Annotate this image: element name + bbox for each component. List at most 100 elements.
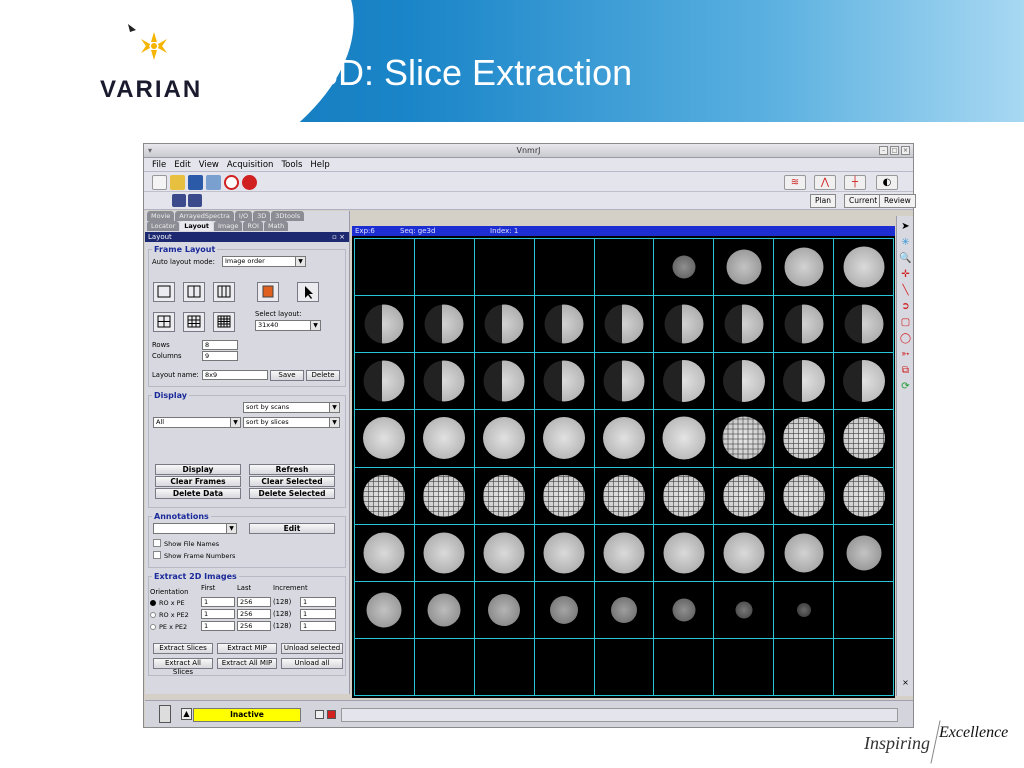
maximize-icon[interactable]: □ — [890, 146, 899, 155]
delete-data-button[interactable]: Delete Data — [155, 488, 241, 499]
image-frame[interactable] — [474, 467, 535, 525]
image-frame[interactable] — [414, 239, 475, 297]
axis-icon[interactable]: ┼ — [844, 175, 866, 190]
new-file-icon[interactable] — [152, 175, 167, 190]
save-icon[interactable] — [188, 175, 203, 190]
image-frame[interactable] — [414, 410, 475, 468]
first-input[interactable]: 1 — [201, 609, 235, 619]
curve-tool-icon[interactable]: ➲ — [899, 300, 912, 313]
peak-icon[interactable]: ⋀ — [814, 175, 836, 190]
image-frame[interactable] — [654, 638, 715, 696]
image-frame[interactable] — [834, 581, 894, 639]
image-frame[interactable] — [534, 581, 595, 639]
image-frame[interactable] — [355, 353, 415, 411]
image-frame[interactable] — [474, 239, 535, 297]
command-line-input[interactable] — [341, 708, 898, 722]
edit-annotations-button[interactable]: Edit — [249, 523, 335, 534]
image-frame[interactable] — [534, 638, 595, 696]
image-frame[interactable] — [774, 581, 835, 639]
image-frame[interactable] — [594, 524, 655, 582]
image-frame[interactable] — [534, 296, 595, 354]
image-frame[interactable] — [774, 296, 835, 354]
image-frame[interactable] — [774, 638, 835, 696]
abort-icon[interactable] — [242, 175, 257, 190]
image-frame[interactable] — [834, 296, 894, 354]
image-frame[interactable] — [654, 524, 715, 582]
arrow-select-icon[interactable]: ➤ — [899, 220, 912, 233]
image-frame[interactable] — [414, 524, 475, 582]
sparkle-icon[interactable]: ✳ — [899, 236, 912, 249]
last-input[interactable]: 256 — [237, 597, 271, 607]
sort-scans-dropdown[interactable]: sort by scans ▼ — [243, 402, 340, 413]
image-frame[interactable] — [714, 524, 775, 582]
copy-roi-icon[interactable]: ⧉ — [899, 364, 912, 377]
tab-math[interactable]: Math — [263, 221, 289, 231]
tab-image[interactable]: Image — [214, 221, 243, 231]
image-frame[interactable] — [654, 581, 715, 639]
review-button[interactable]: Review — [879, 194, 916, 208]
save-layout-button[interactable]: Save — [270, 370, 304, 381]
image-frame[interactable] — [355, 296, 415, 354]
menu-view[interactable]: View — [199, 160, 219, 170]
image-frame[interactable] — [594, 581, 655, 639]
image-frame[interactable] — [474, 581, 535, 639]
scroll-close-icon[interactable]: × — [899, 676, 912, 689]
image-frame[interactable] — [774, 410, 835, 468]
circle-tool-icon[interactable]: ◯ — [899, 332, 912, 345]
layout-custom-icon[interactable] — [257, 282, 279, 302]
first-input[interactable]: 1 — [201, 621, 235, 631]
image-frame[interactable] — [774, 239, 835, 297]
image-frame[interactable] — [594, 239, 655, 297]
tab-3d[interactable]: 3D — [253, 211, 271, 221]
current-button[interactable]: Current — [844, 194, 883, 208]
extract-all-slices-button[interactable]: Extract All Slices — [153, 658, 213, 676]
image-frame[interactable] — [834, 353, 894, 411]
image-frame[interactable] — [355, 410, 415, 468]
unload-all-button[interactable]: Unload all — [281, 658, 343, 669]
image-frame[interactable] — [414, 581, 475, 639]
image-frame[interactable] — [474, 410, 535, 468]
image-frame[interactable] — [834, 638, 894, 696]
image-frame[interactable] — [534, 353, 595, 411]
crosshair-icon[interactable]: ✛ — [899, 268, 912, 281]
layout-1x2-icon[interactable] — [183, 282, 205, 302]
layout-4x4-icon[interactable] — [213, 312, 235, 332]
image-frame[interactable] — [834, 524, 894, 582]
image-frame[interactable] — [414, 296, 475, 354]
print-icon[interactable] — [206, 175, 221, 190]
rectangle-tool-icon[interactable]: ▢ — [899, 316, 912, 329]
display-button[interactable]: Display — [155, 464, 241, 475]
probe-icon[interactable]: ◐ — [876, 175, 898, 190]
menu-tools[interactable]: Tools — [281, 160, 302, 170]
increment-input[interactable]: 1 — [300, 597, 336, 607]
image-frame[interactable] — [654, 239, 715, 297]
image-frame[interactable] — [474, 524, 535, 582]
magnifier-icon[interactable]: 🔍 — [899, 252, 912, 265]
image-frame[interactable] — [355, 524, 415, 582]
sort-slices-dropdown[interactable]: sort by slices ▼ — [243, 417, 340, 428]
image-frame[interactable] — [774, 467, 835, 525]
image-frame[interactable] — [474, 638, 535, 696]
image-frame[interactable] — [654, 353, 715, 411]
refresh-icon[interactable]: ⟳ — [899, 380, 912, 393]
stop-icon[interactable] — [224, 175, 239, 190]
image-frame[interactable] — [414, 467, 475, 525]
orientation-ro-pe2-radio[interactable]: RO x PE2 — [150, 611, 189, 619]
menu-help[interactable]: Help — [310, 160, 329, 170]
layout-1x3-icon[interactable] — [213, 282, 235, 302]
image-frame[interactable] — [355, 239, 415, 297]
image-frame[interactable] — [834, 239, 894, 297]
image-frame[interactable] — [654, 410, 715, 468]
image-frame[interactable] — [414, 353, 475, 411]
image-frame[interactable] — [355, 467, 415, 525]
image-frame[interactable] — [774, 353, 835, 411]
tab-arrayedspectra[interactable]: ArrayedSpectra — [175, 211, 234, 221]
tab-io[interactable]: I/O — [234, 211, 253, 221]
polygon-tool-icon[interactable]: ➳ — [899, 348, 912, 361]
last-input[interactable]: 256 — [237, 621, 271, 631]
image-frame[interactable] — [714, 467, 775, 525]
image-frame[interactable] — [594, 467, 655, 525]
image-grid[interactable] — [354, 238, 894, 696]
image-frame[interactable] — [834, 410, 894, 468]
extract-mip-button[interactable]: Extract MIP — [217, 643, 277, 654]
